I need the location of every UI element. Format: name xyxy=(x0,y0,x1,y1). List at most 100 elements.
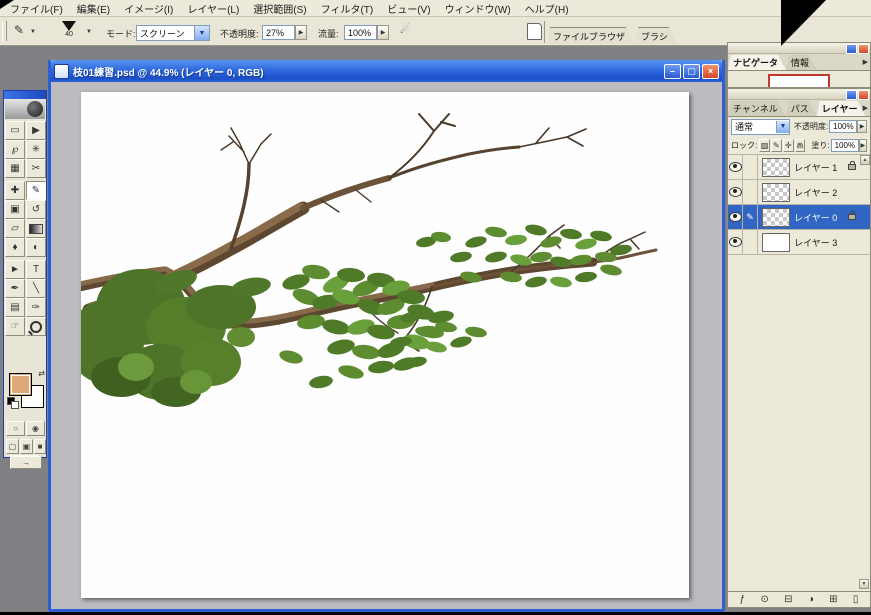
swap-colors-icon[interactable]: ⇄ xyxy=(38,369,45,378)
layer-thumbnail[interactable] xyxy=(762,157,790,177)
link-cell[interactable] xyxy=(743,230,758,254)
tool-hand[interactable]: ☞ xyxy=(5,317,25,336)
standard-mode-button[interactable]: ○ xyxy=(6,421,25,436)
menu-edit[interactable]: 編集(E) xyxy=(71,0,116,17)
canvas[interactable] xyxy=(68,92,689,598)
layer-thumbnail[interactable] xyxy=(762,207,790,227)
photoshop-logo[interactable] xyxy=(5,100,45,119)
flow-slider-arrow[interactable]: ▶ xyxy=(377,25,389,40)
tool-notes[interactable]: ▤ xyxy=(5,298,25,317)
palette-menu-arrow-icon[interactable]: ▶ xyxy=(863,104,868,112)
tool-lasso[interactable]: ℘ xyxy=(5,140,25,159)
default-colors-icon[interactable] xyxy=(7,397,19,409)
tool-blur[interactable]: ♦ xyxy=(5,238,25,257)
link-cell[interactable] xyxy=(743,155,758,179)
tool-clone-stamp[interactable]: ▣ xyxy=(5,200,25,219)
blend-mode-arrow-icon[interactable]: ▼ xyxy=(775,120,789,133)
menu-select[interactable]: 選択範囲(S) xyxy=(247,0,312,17)
navigator-preview[interactable] xyxy=(768,74,830,87)
lock-all-icon[interactable]: ⋒ xyxy=(794,138,806,152)
tab-navigator[interactable]: ナビゲータ xyxy=(728,55,786,70)
tool-gradient[interactable] xyxy=(26,219,46,238)
palette-well-tab-brushes[interactable]: ブラシ xyxy=(635,27,678,44)
tool-path-selection[interactable]: ► xyxy=(5,260,25,279)
new-layer-button[interactable]: ⊞ xyxy=(829,594,837,605)
palette-close-button[interactable] xyxy=(858,44,869,54)
lock-position-icon[interactable]: ✛ xyxy=(782,138,794,152)
fullscreen-button[interactable]: ■ xyxy=(34,439,46,454)
brush-tool-dropdown-arrow[interactable]: ▼ xyxy=(30,29,36,35)
add-layer-mask-button[interactable]: ⊙ xyxy=(760,594,768,605)
menu-view[interactable]: ビュー(V) xyxy=(381,0,436,17)
jump-to-imageready-button[interactable]: → xyxy=(10,456,42,469)
toolbox-title-bar[interactable] xyxy=(4,91,46,99)
tool-marquee[interactable]: ▭ xyxy=(5,121,25,140)
visibility-toggle[interactable] xyxy=(728,180,743,204)
scroll-up-button[interactable]: ▲ xyxy=(860,155,870,165)
maximize-button[interactable]: ▢ xyxy=(683,63,700,79)
document-title-bar[interactable]: 枝01練習.psd @ 44.9% (レイヤー 0, RGB) – ▢ × xyxy=(51,60,722,82)
opacity-field[interactable]: 27% xyxy=(262,25,295,40)
tool-dodge[interactable]: ◐ xyxy=(26,238,46,257)
menu-window[interactable]: ウィンドウ(W) xyxy=(439,0,517,17)
tool-magic-wand[interactable]: ✳ xyxy=(26,140,46,159)
mode-select-arrow-icon[interactable]: ▼ xyxy=(194,26,209,40)
tool-crop[interactable]: ▦ xyxy=(5,159,25,178)
lock-paint-icon[interactable]: ✎ xyxy=(771,138,782,152)
opacity-slider-arrow[interactable]: ▶ xyxy=(295,25,307,40)
tab-layers[interactable]: レイヤー xyxy=(817,101,866,116)
layer-row-0-selected[interactable]: ✎ レイヤー 0 xyxy=(728,205,870,230)
link-cell[interactable] xyxy=(743,180,758,204)
tool-history-brush[interactable]: ↺ xyxy=(26,200,46,219)
foreground-color-swatch[interactable] xyxy=(9,373,32,396)
layer-row-2[interactable]: レイヤー 2 xyxy=(728,180,870,205)
tab-paths[interactable]: パス xyxy=(786,101,817,116)
layer-row-1[interactable]: レイヤー 1 ▲ xyxy=(728,155,870,180)
file-browser-toggle-icon[interactable] xyxy=(527,23,542,40)
editing-cell[interactable]: ✎ xyxy=(743,205,758,229)
fill-arrow[interactable]: ▶ xyxy=(858,138,867,152)
fill-field[interactable]: 100% xyxy=(830,138,859,152)
options-bar-grip[interactable] xyxy=(2,21,7,41)
tool-brush[interactable]: ✎ xyxy=(26,181,46,200)
palette-close-button[interactable] xyxy=(858,90,869,100)
tool-line[interactable]: ╲ xyxy=(26,279,46,298)
menu-help[interactable]: ヘルプ(H) xyxy=(519,0,575,17)
lock-transparency-icon[interactable]: ▨ xyxy=(759,138,771,152)
palette-menu-arrow-icon[interactable]: ▶ xyxy=(863,58,868,66)
brush-preset-picker[interactable]: 40 xyxy=(56,21,82,41)
layers-opacity-field[interactable]: 100% xyxy=(829,120,858,133)
flow-field[interactable]: 100% xyxy=(344,25,377,40)
tool-healing-brush[interactable]: ✚ xyxy=(5,181,25,200)
tool-pen[interactable]: ✒ xyxy=(5,279,25,298)
close-button[interactable]: × xyxy=(702,63,719,79)
tab-channels[interactable]: チャンネル xyxy=(728,101,786,116)
blend-mode-select[interactable]: 通常 ▼ xyxy=(731,118,790,135)
tool-slice[interactable]: ✂ xyxy=(26,159,46,178)
scroll-down-button[interactable]: ▼ xyxy=(859,579,869,589)
visibility-toggle[interactable] xyxy=(728,155,743,179)
fullscreen-menu-button[interactable]: ▣ xyxy=(20,439,33,454)
airbrush-toggle-icon[interactable]: ☄ xyxy=(400,23,410,36)
menu-filter[interactable]: フィルタ(T) xyxy=(315,0,380,17)
menu-image[interactable]: イメージ(I) xyxy=(118,0,179,17)
tool-move[interactable]: ▶ xyxy=(26,121,46,140)
layer-thumbnail[interactable] xyxy=(762,182,790,202)
layers-opacity-arrow[interactable]: ▶ xyxy=(857,120,867,133)
add-layer-style-button[interactable]: ƒ xyxy=(740,594,746,605)
tab-info[interactable]: 情報 xyxy=(786,55,817,70)
tool-zoom[interactable] xyxy=(26,317,46,336)
quick-mask-button[interactable]: ◉ xyxy=(26,421,45,436)
new-layer-set-button[interactable]: ⊟ xyxy=(784,594,792,605)
palette-well-tab-file-browser[interactable]: ファイルブラウザ xyxy=(547,27,635,44)
new-adjustment-layer-button[interactable]: ◑ xyxy=(808,594,814,605)
palette-minimize-button[interactable] xyxy=(846,90,857,100)
visibility-toggle[interactable] xyxy=(728,205,743,229)
menu-layer[interactable]: レイヤー(L) xyxy=(181,0,245,17)
delete-layer-button[interactable]: ▯ xyxy=(853,594,859,605)
layer-row-3[interactable]: レイヤー 3 xyxy=(728,230,870,255)
minimize-button[interactable]: – xyxy=(664,63,681,79)
layers-title-bar[interactable] xyxy=(728,89,870,100)
brush-tool-icon[interactable]: ✎ xyxy=(14,23,24,37)
palette-minimize-button[interactable] xyxy=(846,44,857,54)
